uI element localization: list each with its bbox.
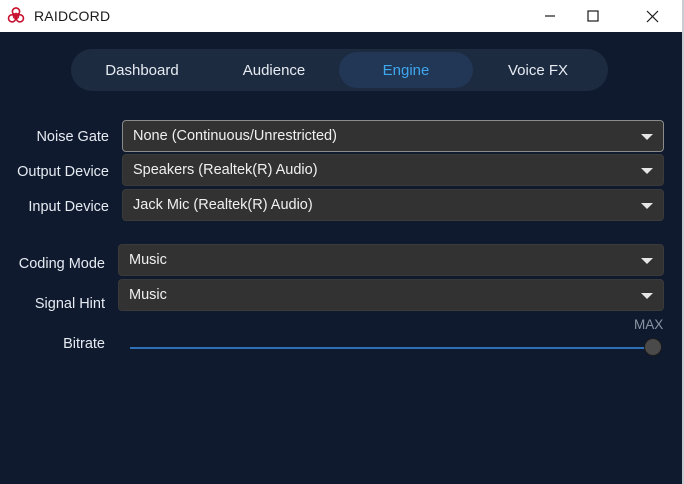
coding-mode-label: Coding Mode	[18, 256, 105, 272]
bitrate-label: Bitrate	[63, 336, 105, 352]
dropdown-arrow-icon	[641, 203, 653, 209]
minimize-button[interactable]	[527, 0, 573, 32]
tab-engine[interactable]: Engine	[339, 52, 473, 88]
bitrate-slider-thumb[interactable]	[644, 338, 662, 356]
input-device-value: Jack Mic (Realtek(R) Audio)	[133, 197, 313, 213]
app-body: Dashboard Audience Engine Voice FX Noise…	[0, 32, 684, 484]
output-device-value: Speakers (Realtek(R) Audio)	[133, 162, 318, 178]
dropdown-arrow-icon	[641, 134, 653, 140]
close-button[interactable]	[629, 0, 675, 32]
window-title: RAIDCORD	[34, 8, 111, 24]
maximize-icon	[587, 10, 599, 22]
tab-voice-fx[interactable]: Voice FX	[471, 52, 605, 88]
signal-hint-label: Signal Hint	[34, 296, 105, 312]
signal-hint-dropdown[interactable]: Music	[118, 279, 664, 311]
tab-dashboard[interactable]: Dashboard	[75, 52, 209, 88]
title-bar: RAIDCORD	[0, 0, 684, 32]
noise-gate-dropdown[interactable]: None (Continuous/Unrestricted)	[122, 120, 664, 152]
dropdown-arrow-icon	[641, 293, 653, 299]
tab-bar: Dashboard Audience Engine Voice FX	[71, 49, 608, 91]
dropdown-arrow-icon	[641, 168, 653, 174]
minimize-icon	[545, 15, 555, 17]
tab-audience[interactable]: Audience	[207, 52, 341, 88]
input-device-dropdown[interactable]: Jack Mic (Realtek(R) Audio)	[122, 189, 664, 221]
output-device-dropdown[interactable]: Speakers (Realtek(R) Audio)	[122, 154, 664, 186]
output-device-label: Output Device	[17, 164, 109, 180]
dropdown-arrow-icon	[641, 258, 653, 264]
maximize-button[interactable]	[570, 0, 616, 32]
bitrate-max-label: MAX	[634, 317, 664, 332]
biohazard-icon	[7, 7, 25, 23]
input-device-label: Input Device	[28, 199, 109, 215]
noise-gate-value: None (Continuous/Unrestricted)	[133, 128, 337, 144]
bitrate-slider-track[interactable]	[130, 347, 653, 349]
signal-hint-value: Music	[129, 287, 167, 303]
coding-mode-dropdown[interactable]: Music	[118, 244, 664, 276]
noise-gate-label: Noise Gate	[36, 129, 109, 145]
coding-mode-value: Music	[129, 252, 167, 268]
close-icon	[646, 10, 658, 22]
